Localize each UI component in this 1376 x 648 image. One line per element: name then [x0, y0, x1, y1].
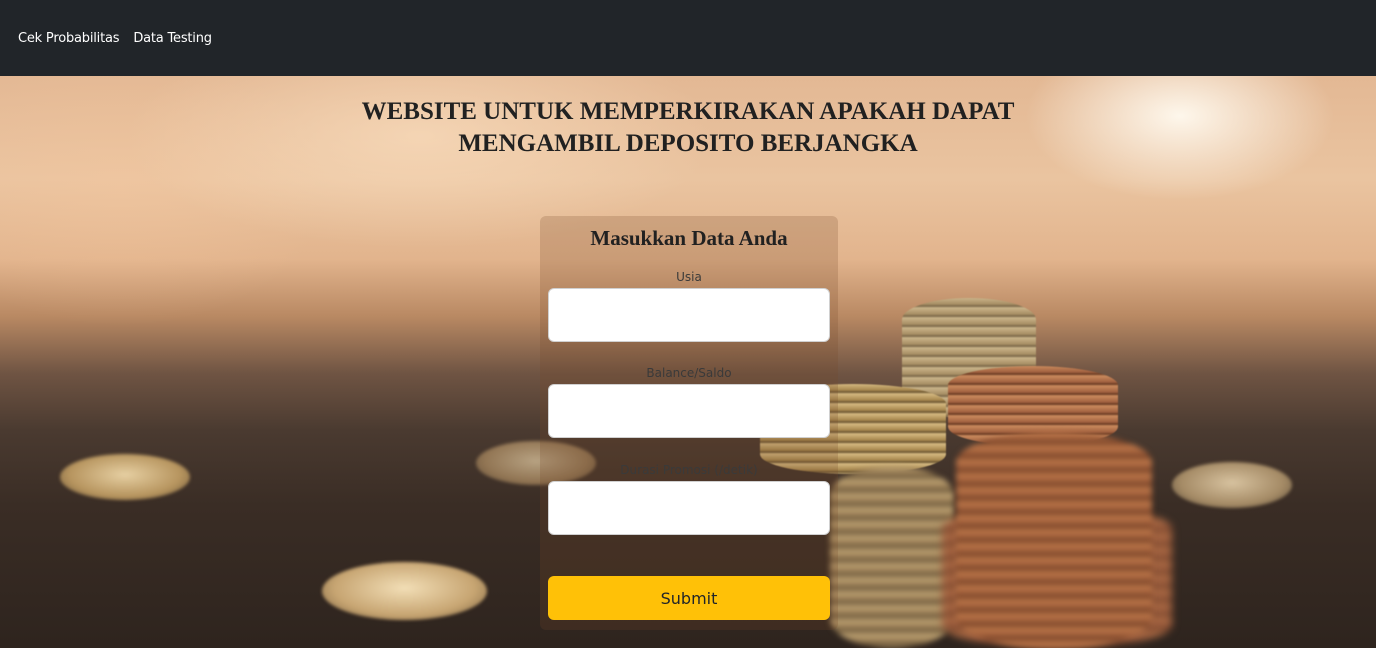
form-heading: Masukkan Data Anda: [590, 226, 788, 250]
balance-input[interactable]: [548, 384, 830, 438]
usia-input[interactable]: [548, 288, 830, 342]
durasi-promosi-input[interactable]: [548, 481, 830, 535]
submit-button[interactable]: Submit: [548, 576, 830, 620]
prediction-form: Masukkan Data Anda Usia Balance/Saldo Du…: [540, 216, 838, 630]
nav-link-data-testing[interactable]: Data Testing: [133, 31, 212, 46]
coin-stack-image: [956, 432, 1152, 648]
usia-label: Usia: [676, 270, 702, 284]
nav-link-cek-probabilitas[interactable]: Cek Probabilitas: [18, 31, 120, 46]
coin-image: [322, 562, 487, 620]
coin-stack-image: [830, 466, 954, 648]
coin-image: [1172, 462, 1292, 508]
coin-image: [60, 454, 190, 500]
durasi-promosi-label: Durasi Promosi (/detik): [620, 463, 758, 477]
balance-label: Balance/Saldo: [646, 366, 732, 380]
page-title: WEBSITE UNTUK MEMPERKIRAKAN APAKAH DAPAT…: [361, 98, 1015, 157]
top-navbar: Cek Probabilitas Data Testing: [0, 0, 1376, 76]
hero-section: WEBSITE UNTUK MEMPERKIRAKAN APAKAH DAPAT…: [0, 76, 1376, 648]
